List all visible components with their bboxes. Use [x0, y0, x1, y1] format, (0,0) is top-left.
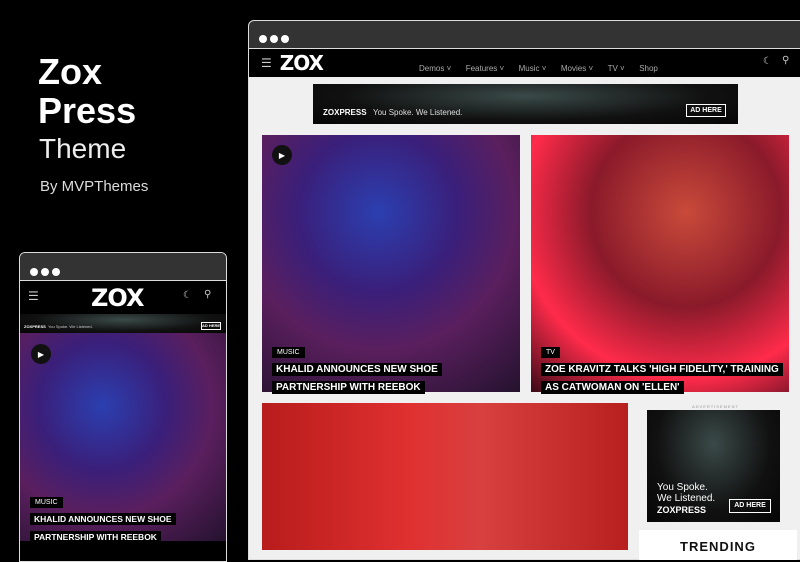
mobile-feature-card[interactable]: ▶ Music Khalid Announces New Shoe Partne… [20, 333, 226, 543]
category-badge[interactable]: Music [272, 347, 305, 358]
ad-line1: You Spoke. [657, 482, 708, 493]
window-dot-icon [30, 268, 38, 276]
top-banner-ad[interactable]: ZOXPRESS You Spoke. We Listened. AD HERE [313, 84, 738, 124]
menu-item-movies[interactable]: Movies ˅ [561, 64, 593, 73]
window-dot-icon [281, 35, 289, 43]
ad-cta-button[interactable]: AD HERE [201, 322, 221, 330]
trending-heading: TRENDING [639, 530, 797, 560]
article-title[interactable]: Khalid Announces New Shoe Partnership Wi… [272, 363, 442, 394]
ad-cta-button[interactable]: AD HERE [729, 499, 771, 513]
feature-image-large[interactable] [262, 403, 628, 550]
main-menu: Demos ˅ Features ˅ Music ˅ Movies ˅ TV ˅… [414, 58, 663, 76]
ad-brand: ZOXPRESS [657, 505, 707, 515]
site-logo[interactable]: ZOX [91, 284, 144, 312]
site-nav: ☰ ZOX Demos ˅ Features ˅ Music ˅ Movies … [249, 49, 800, 77]
ad-cta-button[interactable]: AD HERE [686, 104, 726, 117]
ad-brand: ZOXPRESS [24, 324, 46, 329]
hero-title-line1: Zox [38, 51, 103, 92]
window-titlebar [20, 253, 226, 281]
hamburger-menu-icon[interactable]: ☰ [261, 56, 272, 70]
mobile-nav: ☰ ZOX ☾ ⚲ [20, 281, 226, 314]
article-title[interactable]: Zoe Kravitz Talks 'High Fidelity,' Train… [541, 363, 783, 394]
ad-brand: ZOXPRESS [323, 108, 367, 117]
site-logo[interactable]: ZOX [280, 51, 324, 75]
search-icon[interactable]: ⚲ [204, 289, 211, 300]
search-icon[interactable]: ⚲ [782, 55, 789, 66]
menu-item-tv[interactable]: TV ˅ [608, 64, 625, 73]
window-titlebar [249, 21, 800, 49]
category-badge[interactable]: Music [30, 497, 63, 508]
play-icon[interactable]: ▶ [31, 344, 51, 364]
hero-title-line2: Press [38, 90, 137, 131]
ad-tagline: You Spoke. We Listened. [373, 108, 463, 117]
window-dot-icon [259, 35, 267, 43]
menu-item-demos[interactable]: Demos ˅ [419, 64, 451, 73]
hero-subtitle: Theme [39, 133, 127, 164]
dark-mode-moon-icon[interactable]: ☾ [183, 290, 192, 301]
article-title[interactable]: Khalid Announces New Shoe Partnership Wi… [30, 513, 176, 543]
window-dot-icon [270, 35, 278, 43]
play-icon[interactable]: ▶ [272, 145, 292, 165]
menu-item-music[interactable]: Music ˅ [519, 64, 547, 73]
mobile-banner-ad[interactable]: ZOXPRESS You Spoke. We Listened. AD HERE [20, 314, 226, 333]
dark-mode-moon-icon[interactable]: ☾ [763, 56, 772, 67]
menu-item-features[interactable]: Features ˅ [466, 64, 504, 73]
category-badge[interactable]: TV [541, 347, 560, 358]
hero-byline: By MVPThemes [40, 178, 149, 195]
feature-card-khalid[interactable]: ▶ Music Khalid Announces New Shoe Partne… [262, 135, 520, 394]
window-dot-icon [52, 268, 60, 276]
ad-line2: We Listened. [657, 493, 716, 504]
window-dot-icon [41, 268, 49, 276]
mobile-browser-window: ☰ ZOX ☾ ⚲ ZOXPRESS You Spoke. We Listene… [19, 252, 227, 562]
sidebar-ad[interactable]: You Spoke. We Listened. ZOXPRESS AD HERE [647, 410, 780, 522]
ad-tagline: You Spoke. We Listened. [48, 324, 93, 329]
menu-item-shop[interactable]: Shop [639, 64, 658, 73]
hamburger-menu-icon[interactable]: ☰ [28, 289, 39, 303]
advertisement-label: Advertisement [692, 404, 739, 409]
feature-card-zoe[interactable]: TV Zoe Kravitz Talks 'High Fidelity,' Tr… [531, 135, 789, 394]
